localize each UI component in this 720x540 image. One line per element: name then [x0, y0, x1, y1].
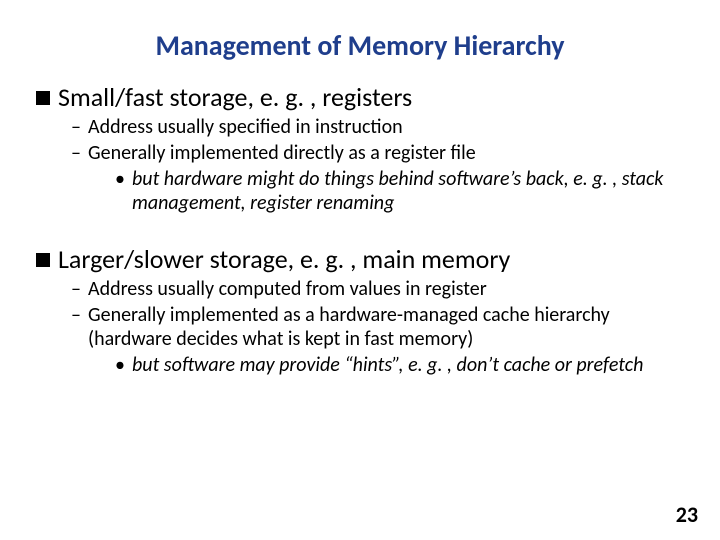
dash-icon: –	[70, 303, 82, 327]
bullet-item: – Generally implemented directly as a re…	[70, 141, 684, 165]
spacer	[36, 215, 684, 241]
slide-title: Management of Memory Hierarchy	[36, 28, 684, 63]
bullet-item: – Address usually computed from values i…	[70, 277, 684, 301]
dot-icon: •	[114, 167, 126, 191]
square-bullet-icon	[36, 253, 50, 267]
dash-icon: –	[70, 115, 82, 139]
section-heading-2: Larger/slower storage, e. g. , main memo…	[36, 243, 684, 275]
square-bullet-icon	[36, 91, 50, 105]
sub-bullet-text: but hardware might do things behind soft…	[132, 167, 684, 215]
bullet-item: – Address usually specified in instructi…	[70, 115, 684, 139]
bullet-text: Generally implemented as a hardware-mana…	[88, 303, 684, 351]
section-heading-2-text: Larger/slower storage, e. g. , main memo…	[58, 243, 510, 275]
section-heading-1-text: Small/fast storage, e. g. , registers	[58, 81, 412, 113]
sub-bullet-item: • but hardware might do things behind so…	[114, 167, 684, 215]
bullet-text: Address usually computed from values in …	[88, 277, 487, 301]
bullet-text: Generally implemented directly as a regi…	[88, 141, 476, 165]
bullet-item: – Generally implemented as a hardware-ma…	[70, 303, 684, 351]
dash-icon: –	[70, 277, 82, 301]
sub-bullet-item: • but software may provide “hints”, e. g…	[114, 353, 684, 377]
bullet-text: Address usually specified in instruction	[88, 115, 403, 139]
slide: Management of Memory Hierarchy Small/fas…	[0, 0, 720, 540]
sub-bullet-text: but software may provide “hints”, e. g. …	[132, 353, 643, 377]
section-heading-1: Small/fast storage, e. g. , registers	[36, 81, 684, 113]
page-number: 23	[676, 501, 698, 528]
dash-icon: –	[70, 141, 82, 165]
dot-icon: •	[114, 353, 126, 377]
